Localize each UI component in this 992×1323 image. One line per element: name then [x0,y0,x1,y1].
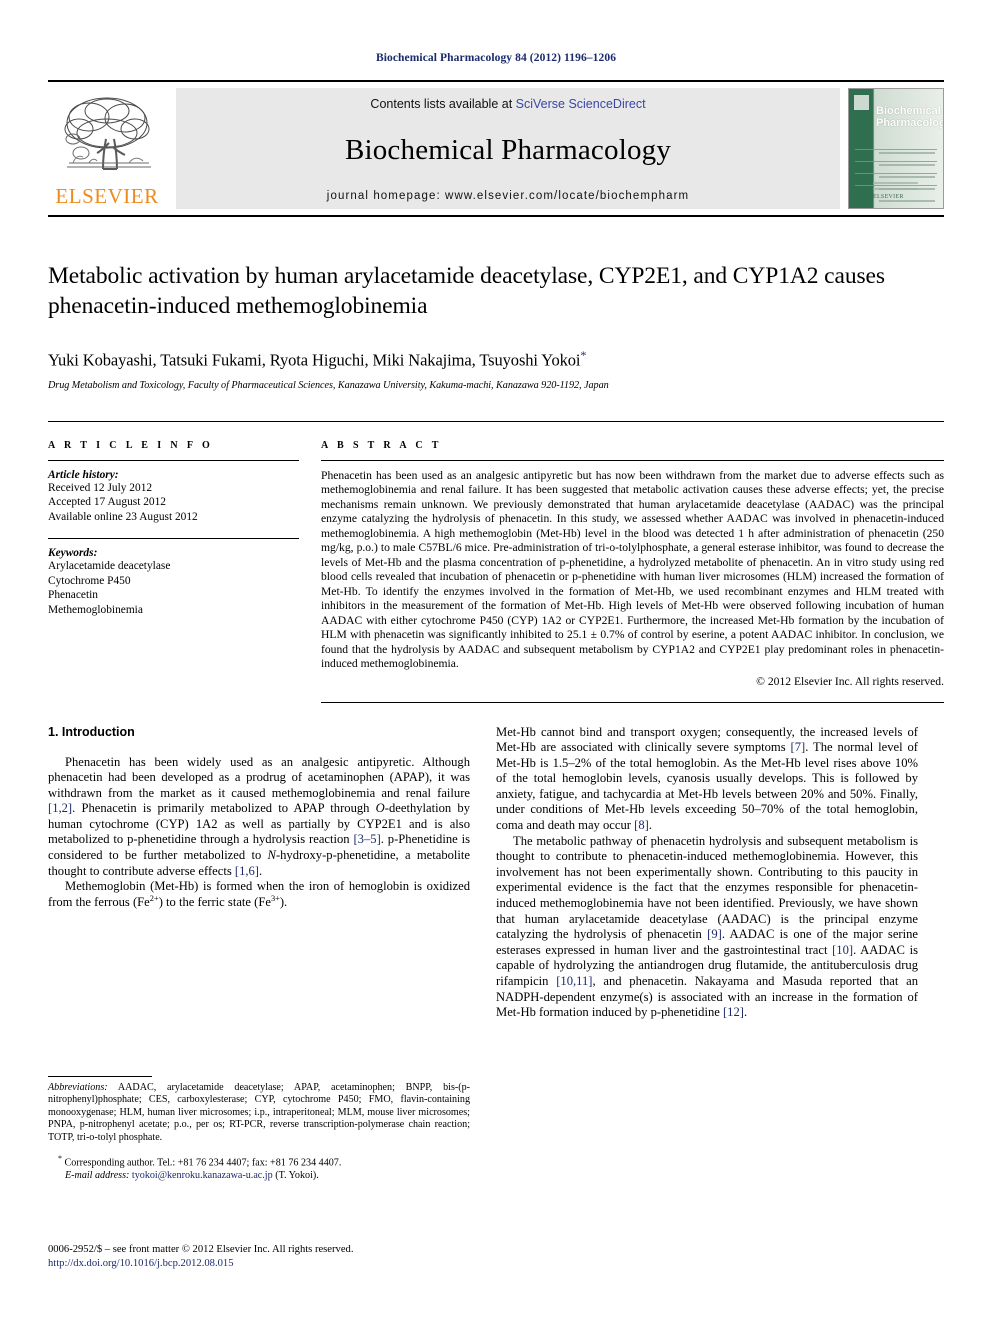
elsevier-tree-icon [59,93,155,185]
elsevier-logo: ELSEVIER [48,82,166,215]
imprint-line: 0006-2952/$ – see front matter © 2012 El… [48,1244,354,1255]
article-info-column: A R T I C L E I N F O Article history: R… [48,440,299,703]
cover-publisher-name: ELSEVIER [873,194,904,200]
page-title: Metabolic activation by human arylacetam… [48,263,885,319]
divider [321,701,944,703]
journal-article-page: Biochemical Pharmacology 84 (2012) 1196–… [0,0,992,1323]
citation-link[interactable]: [7] [791,740,806,754]
abstract-text: Phenacetin has been used as an analgesic… [321,468,944,671]
doi-link[interactable]: http://dx.doi.org/10.1016/j.bcp.2012.08.… [48,1257,478,1271]
article-history-label: Article history: [48,468,119,481]
journal-masthead: ELSEVIER Contents lists available at Sci… [48,80,944,217]
citation-link[interactable]: [3–5] [353,832,380,846]
keywords-label: Keywords: [48,547,98,560]
journal-cover-thumbnail[interactable]: Biochemical Pharmacology ELSEVIER [848,88,944,209]
elsevier-wordmark: ELSEVIER [55,183,159,208]
email-label: E-mail address: [65,1169,130,1181]
article-history-online: Available online 23 August 2012 [48,510,198,523]
corresponding-author-text: Corresponding author. Tel.: +81 76 234 4… [64,1157,342,1169]
cover-text-lines [879,152,935,208]
cover-publisher-mark-icon [854,95,869,110]
abbreviations-label: Abbreviations: [48,1082,108,1093]
info-abstract-section: A R T I C L E I N F O Article history: R… [48,420,944,703]
body-column-left: 1. Introduction Phenacetin has been wide… [48,725,470,1021]
journal-homepage-link[interactable]: journal homepage: www.elsevier.com/locat… [327,190,689,202]
abbreviations-text: AADAC, arylacetamide deacetylase; APAP, … [48,1082,470,1143]
title-block: Metabolic activation by human arylacetam… [48,261,944,391]
abbreviations-footnote: Abbreviations: AADAC, arylacetamide deac… [48,1082,470,1144]
body-columns: 1. Introduction Phenacetin has been wide… [48,725,944,1021]
footnotes-block: Abbreviations: AADAC, arylacetamide deac… [48,1076,470,1183]
keyword-item: Cytochrome P450 [48,574,131,587]
contents-lists-line: Contents lists available at SciVerse Sci… [370,97,645,111]
running-head: Biochemical Pharmacology 84 (2012) 1196–… [375,52,617,64]
citation-link[interactable]: [12] [723,1005,744,1019]
intro-paragraph-3: Met-Hb cannot bind and transport oxygen;… [496,724,918,833]
intro-paragraph-1: Phenacetin has been widely used as an an… [48,754,471,878]
keyword-item: Arylacetamide deacetylase [48,560,171,573]
citation-link[interactable]: [9] [707,927,722,941]
keyword-item: Phenacetin [48,589,98,602]
citation-link[interactable]: [1,2] [48,801,72,815]
email-link[interactable]: tyokoi@kenroku.kanazawa-u.ac.jp [132,1170,273,1181]
sciencedirect-link[interactable]: SciVerse ScienceDirect [516,97,646,111]
author-list: Yuki Kobayashi, Tatsuki Fukami, Ryota Hi… [48,348,944,371]
intro-paragraph-4: The metabolic pathway of phenacetin hydr… [496,833,919,1020]
keyword-item: Methemoglobinemia [48,604,143,617]
article-history-received: Received 12 July 2012 [48,481,153,494]
citation-link[interactable]: [8] [634,818,649,832]
cover-title-line2: Pharmacology [876,117,943,129]
affiliation: Drug Metabolism and Toxicology, Faculty … [48,379,609,391]
cover-title-line1: Biochemical [876,105,941,117]
intro-paragraph-2: Methemoglobin (Met-Hb) is formed when th… [48,879,470,909]
article-history-accepted: Accepted 17 August 2012 [48,496,166,509]
body-column-right: Met-Hb cannot bind and transport oxygen;… [496,725,918,1021]
cover-footer: ELSEVIER [873,182,937,200]
article-info-heading: A R T I C L E I N F O [48,439,214,451]
imprint-block: 0006-2952/$ – see front matter © 2012 El… [48,1243,478,1270]
journal-title: Biochemical Pharmacology [344,134,672,166]
email-line: E-mail address: tyokoi@kenroku.kanazawa-… [48,1170,470,1183]
citation-link[interactable]: [10] [832,943,853,957]
abstract-column: A B S T R A C T Phenacetin has been used… [321,440,944,703]
abstract-heading: A B S T R A C T [321,439,442,451]
contents-lists-prefix: Contents lists available at [370,97,516,111]
corresponding-author-marker: * [580,348,587,362]
citation-link[interactable]: [10,11] [556,974,592,988]
contents-banner: Contents lists available at SciVerse Sci… [176,88,840,209]
divider [321,459,944,461]
corresponding-author-footnote: * Corresponding author. Tel.: +81 76 234… [48,1153,470,1183]
email-suffix: (T. Yokoi). [275,1169,319,1181]
author-names: Yuki Kobayashi, Tatsuki Fukami, Ryota Hi… [48,350,581,370]
cover-title: Biochemical Pharmacology [876,105,943,129]
divider [48,459,299,461]
abstract-copyright: © 2012 Elsevier Inc. All rights reserved… [756,674,944,688]
corresponding-star-icon: * [58,1154,62,1164]
divider [48,538,299,540]
citation-link[interactable]: [1,6] [235,864,259,878]
section-heading-introduction: 1. Introduction [48,724,135,739]
footnote-divider [48,1076,152,1077]
